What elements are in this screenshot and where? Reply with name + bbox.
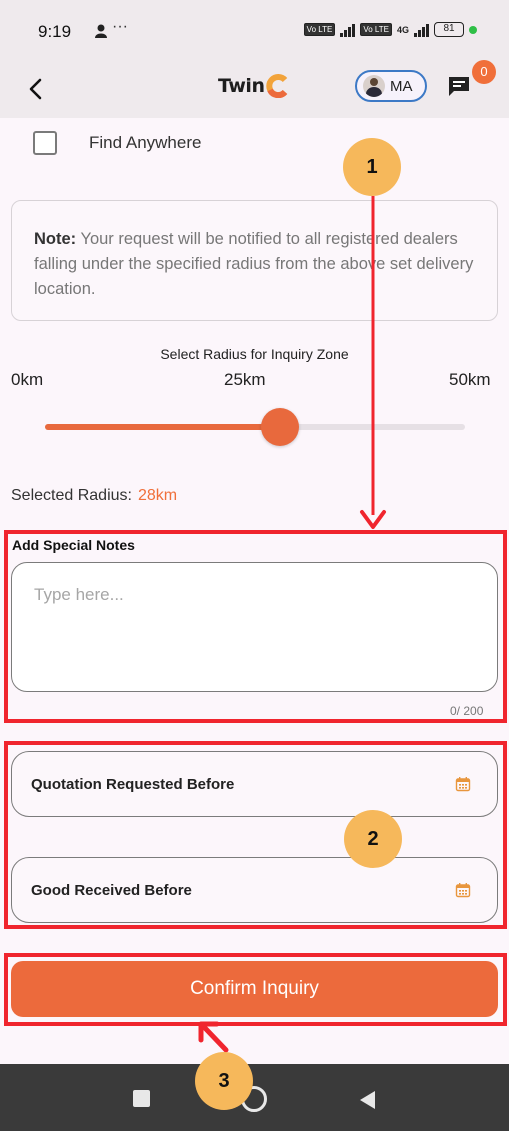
app-bar: Twin MA 0 [0,60,509,118]
selected-radius-value: 28km [137,487,178,504]
good-received-label: Good Received Before [31,882,192,899]
note-heading: Note: [34,230,77,248]
note-text: Your request will be notified to all reg… [34,230,474,298]
battery-icon: 81 [434,22,464,37]
special-notes-placeholder: Type here... [34,585,124,604]
find-anywhere-label: Find Anywhere [89,133,202,152]
radius-title: Select Radius for Inquiry Zone [160,346,349,362]
user-profile-chip[interactable]: MA [355,70,427,102]
network-type: 4G [396,24,409,35]
system-nav-bar [0,1064,509,1131]
status-bar: 9:19 ··· Vo LTE Vo LTE 4G 81 [0,0,509,60]
nav-back-icon[interactable] [358,1090,376,1110]
logo-text: Twin [218,75,265,97]
note-box: Note: Your request will be notified to a… [11,200,498,321]
special-notes-title: Add Special Notes [12,537,135,553]
annotation-badge-2: 2 [344,810,402,868]
find-anywhere-checkbox[interactable] [33,131,57,155]
annotation-badge-3: 3 [195,1052,253,1110]
annotation-badge-1: 1 [343,138,401,196]
good-received-before-field[interactable]: Good Received Before [11,857,498,923]
volte-icon-2: Vo LTE [360,23,392,36]
slider-fill [45,424,280,430]
status-time: 9:19 [38,22,72,41]
app-logo: Twin [218,74,290,98]
quotation-requested-label: Quotation Requested Before [31,776,235,793]
logo-c-icon [266,74,288,98]
back-arrow-icon[interactable] [22,74,52,104]
quotation-requested-before-field[interactable]: Quotation Requested Before [11,751,498,817]
status-icons: Vo LTE Vo LTE 4G 81 [303,22,477,37]
calendar-icon[interactable] [455,776,471,792]
recent-apps-icon[interactable] [133,1090,150,1107]
volte-icon: Vo LTE [303,23,336,36]
chat-icon[interactable] [446,74,472,98]
avatar [363,75,385,97]
radius-mid-label: 25km [224,370,266,389]
character-counter: 0/ 200 [450,704,484,718]
find-anywhere-row[interactable]: Find Anywhere [33,131,201,155]
signal-icon [340,23,356,37]
special-notes-input[interactable]: Type here... [11,562,498,692]
chat-count-badge: 0 [472,60,496,84]
calendar-icon[interactable] [455,882,471,898]
more-status-icons: ··· [112,18,128,35]
privacy-dot [469,25,477,34]
slider-thumb[interactable] [261,408,299,446]
radius-max-label: 50km [449,370,491,389]
radius-slider[interactable] [45,408,465,446]
selected-radius-label: Selected Radius: [11,487,132,504]
selected-radius: Selected Radius: 28km [11,487,177,505]
person-icon [95,24,107,38]
radius-min-label: 0km [11,370,44,389]
user-initials: MA [390,77,413,95]
signal-icon-2 [414,23,429,37]
confirm-inquiry-button[interactable]: Confirm Inquiry [11,961,498,1017]
